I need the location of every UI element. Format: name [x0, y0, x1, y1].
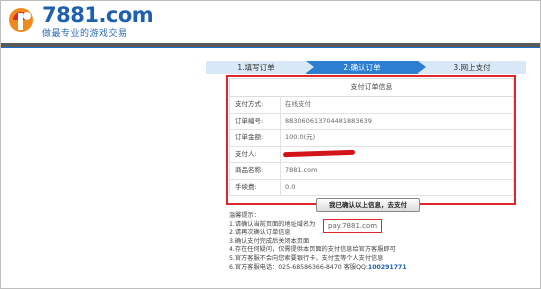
info-row-payer: 支付人:	[229, 146, 514, 163]
step-arrow-1	[306, 61, 314, 73]
order-info-panel: 支付订单信息 支付方式: 在线支付 订单编号: 8830606137044818…	[229, 78, 514, 212]
redaction-mark	[282, 149, 356, 157]
info-label: 支付方式:	[235, 100, 264, 108]
info-value: 0.0	[285, 182, 296, 191]
info-label: 订单编号:	[235, 116, 264, 125]
step-fill-order: 1.填写订单	[237, 63, 275, 72]
confirm-and-pay-button[interactable]: 我已确认以上信息，去支付	[316, 198, 420, 212]
logo-slogan: 做最专业的游戏交易	[42, 29, 128, 39]
order-steps: 1.填写订单 2.确认订单 3.网上支付	[206, 61, 526, 74]
info-label: 订单金额:	[235, 133, 264, 141]
info-row-order-number: 订单编号: 883060613704481883639	[229, 113, 514, 130]
tip-text: 6.官方客服电话：025-68586366-8470 客服QQ:	[229, 263, 368, 271]
step-arrow-2	[418, 61, 426, 73]
step-online-payment: 3.网上支付	[453, 63, 491, 72]
header-accent-line	[1, 47, 540, 48]
tip-line-2: 2.请再次确认订单信息	[229, 229, 291, 237]
tip-line-5: 5.官方客服不会向您索要银行卡，支付宝等个人支付信息	[229, 254, 384, 262]
row-divider	[280, 97, 281, 113]
tip-line-1: 1.请确认当前页面的地址域名为 pay.7881.com	[229, 218, 529, 234]
info-value: 7881.com	[285, 166, 318, 174]
info-label: 商品名称:	[235, 166, 264, 174]
order-info-title: 支付订单信息	[229, 78, 514, 97]
info-row-payment-method: 支付方式: 在线支付	[229, 97, 514, 114]
step-confirm-order: 2.确认订单	[306, 61, 418, 74]
info-value: 100.0(元)	[285, 133, 316, 141]
row-divider	[280, 163, 281, 179]
info-row-product-name: 商品名称: 7881.com	[229, 163, 514, 180]
site-logo[interactable]: 7881.com 做最专业的游戏交易	[7, 3, 157, 39]
tip-line-4: 4.存在任何疑问，仅需提供本页面的支付信息给官方客服即可	[229, 246, 396, 254]
tip-line-6: 6.官方客服电话：025-68586366-8470 客服QQ:10029177…	[229, 264, 529, 273]
service-qq-link[interactable]: 100291771	[368, 264, 407, 271]
info-value: 在线支付	[285, 100, 311, 108]
row-divider	[280, 130, 281, 146]
row-divider	[280, 146, 281, 162]
tip-text: 1.请确认当前页面的地址域名为	[229, 220, 316, 228]
tips-section: 温馨提示： 1.请确认当前页面的地址域名为 pay.7881.com 2.请再次…	[229, 212, 529, 272]
logo-icon	[9, 8, 33, 32]
confirm-row: 我已确认以上信息，去支付	[229, 196, 514, 212]
row-divider	[280, 113, 281, 129]
logo-name: 7881.com	[42, 3, 154, 27]
info-row-fee: 手续费: 0.0	[229, 179, 514, 196]
info-label: 手续费:	[235, 182, 257, 191]
row-divider	[280, 179, 281, 195]
info-label: 支付人:	[235, 149, 257, 158]
site-header: 7881.com 做最专业的游戏交易	[1, 1, 540, 41]
info-value: 883060613704481883639	[285, 116, 372, 125]
info-row-order-amount: 订单金额: 100.0(元)	[229, 130, 514, 147]
